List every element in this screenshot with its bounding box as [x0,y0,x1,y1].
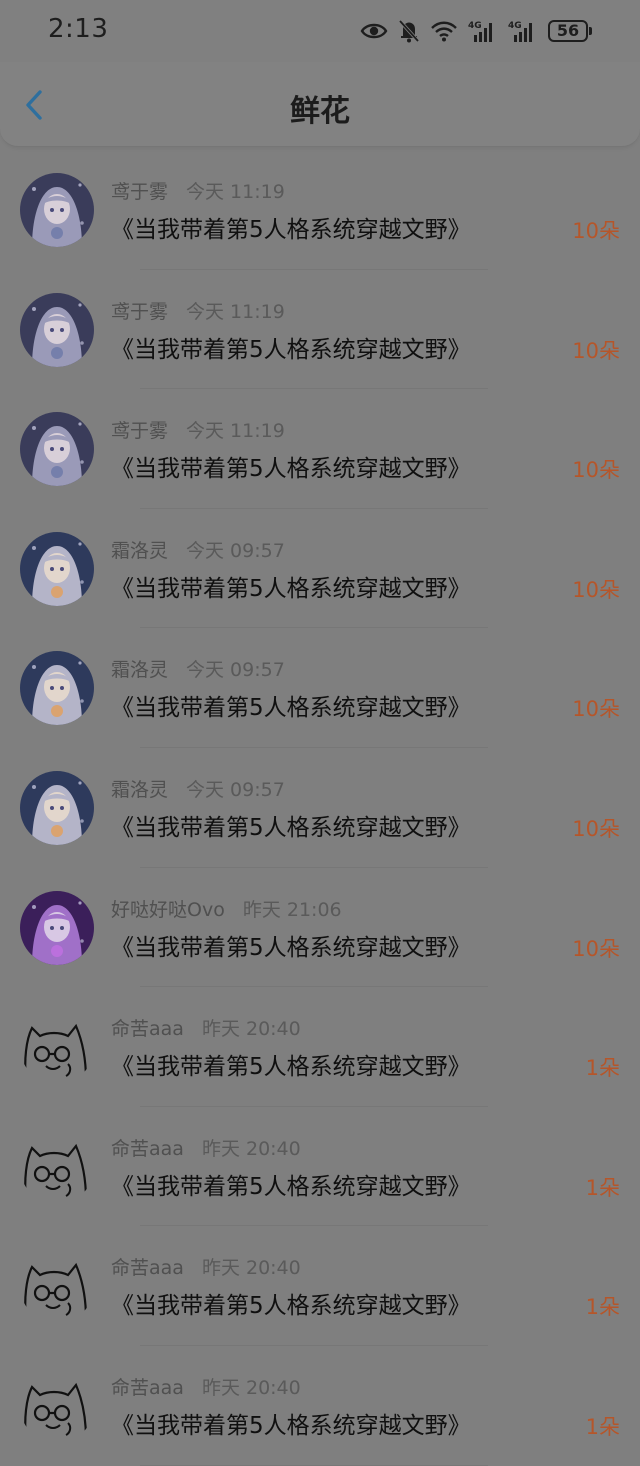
timestamp: 昨天 20:40 [201,1018,301,1041]
flower-count: 10朵 [572,219,620,243]
list-item[interactable]: 鸢于雾 今天 11:19 《当我带着第5人格系统穿越文野》 10朵 [0,389,640,509]
divider [140,1464,488,1466]
timestamp: 今天 09:57 [186,539,285,562]
username[interactable]: 命苦aaa [111,1018,184,1040]
battery-level: 56 [548,20,588,42]
item-meta: 命苦aaa 昨天 20:40 [111,1134,301,1161]
network-label-1: 4G [468,21,482,31]
flower-count: 10朵 [572,338,620,363]
page-title: 鲜花 [290,94,350,129]
flower-count: 1朵 [585,1175,620,1200]
network-label-2: 4G [508,21,522,31]
flower-count: 1朵 [585,1414,620,1439]
avatar[interactable] [20,1369,94,1443]
timestamp: 昨天 20:40 [201,1257,301,1280]
timestamp: 昨天 21:06 [242,898,342,921]
book-title[interactable]: 《当我带着第5人格系统穿越文野》 [111,1047,471,1081]
username[interactable]: 命苦aaa [111,1138,184,1160]
list-item[interactable]: 鸢于雾 今天 11:19 《当我带着第5人格系统穿越文野》 10朵 [0,270,640,390]
list-item[interactable]: 命苦aaa 昨天 20:40 《当我带着第5人格系统穿越文野》 1朵 [0,987,640,1107]
list-item[interactable]: 好哒好哒Ovo 昨天 21:06 《当我带着第5人格系统穿越文野》 10朵 [0,868,640,988]
username[interactable]: 命苦aaa [111,1377,184,1399]
book-title[interactable]: 《当我带着第5人格系统穿越文野》 [111,1286,471,1320]
item-meta: 鸢于雾 今天 11:19 [111,177,285,204]
item-meta: 命苦aaa 昨天 20:40 [111,1253,301,1280]
flower-count: 10朵 [572,936,620,961]
timestamp: 今天 11:19 [186,181,285,203]
list-item[interactable]: 霜洛灵 今天 09:57 《当我带着第5人格系统穿越文野》 10朵 [0,628,640,748]
avatar[interactable] [20,1130,94,1204]
timestamp: 今天 11:19 [186,420,285,443]
book-title[interactable]: 《当我带着第5人格系统穿越文野》 [111,210,471,244]
list-item[interactable]: 霜洛灵 今天 09:57 《当我带着第5人格系统穿越文野》 10朵 [0,748,640,868]
status-bar: 2:13 4G 4G 56 [0,0,640,62]
item-meta: 好哒好哒Ovo 昨天 21:06 [111,895,342,922]
flower-count: 10朵 [572,816,620,841]
list-item[interactable]: 霜洛灵 今天 09:57 《当我带着第5人格系统穿越文野》 10朵 [0,509,640,629]
avatar[interactable] [20,890,94,965]
list-item[interactable]: 鸢于雾 今天 11:19 《当我带着第5人格系统穿越文野》 10朵 [0,150,640,270]
status-time: 2:13 [48,14,109,44]
cellular-signal-2-icon: 4G [508,21,532,42]
item-meta: 鸢于雾 今天 11:19 [111,297,285,324]
list-item[interactable]: 命苦aaa 昨天 20:40 《当我带着第5人格系统穿越文野》 1朵 [0,1107,640,1227]
username[interactable]: 霜洛灵 [111,540,168,562]
flower-count: 1朵 [585,1295,620,1320]
item-meta: 命苦aaa 昨天 20:40 [111,1373,301,1400]
book-title[interactable]: 《当我带着第5人格系统穿越文野》 [111,1406,471,1440]
item-meta: 霜洛灵 今天 09:57 [111,536,285,563]
timestamp: 今天 11:19 [186,300,285,323]
book-title[interactable]: 《当我带着第5人格系统穿越文野》 [111,569,471,603]
status-icons: 4G 4G 56 [360,16,592,46]
book-title[interactable]: 《当我带着第5人格系统穿越文野》 [111,449,471,483]
item-meta: 鸢于雾 今天 11:19 [111,416,285,443]
flower-count: 10朵 [572,577,620,602]
timestamp: 昨天 20:40 [201,1137,301,1160]
username[interactable]: 鸢于雾 [111,420,168,442]
list-item[interactable]: 命苦aaa 昨天 20:40 《当我带着第5人格系统穿越文野》 1朵 [0,1346,640,1466]
item-meta: 霜洛灵 今天 09:57 [111,655,285,682]
username[interactable]: 鸢于雾 [111,301,168,323]
avatar[interactable] [20,1010,94,1084]
flower-count: 10朵 [572,458,620,483]
flower-count: 1朵 [585,1056,620,1081]
timestamp: 昨天 20:40 [201,1376,301,1399]
avatar[interactable] [20,651,94,726]
battery-icon: 56 [548,20,592,42]
avatar[interactable] [20,531,94,606]
avatar[interactable] [20,292,94,367]
username[interactable]: 命苦aaa [111,1257,184,1279]
avatar[interactable] [20,173,94,247]
eye-icon [360,23,388,39]
avatar[interactable] [20,412,94,487]
book-title[interactable]: 《当我带着第5人格系统穿越文野》 [111,1167,471,1201]
book-title[interactable]: 《当我带着第5人格系统穿越文野》 [111,928,471,962]
username[interactable]: 霜洛灵 [111,659,168,681]
item-meta: 霜洛灵 今天 09:57 [111,775,285,802]
username[interactable]: 霜洛灵 [111,779,168,801]
wifi-icon [431,21,457,42]
username[interactable]: 好哒好哒Ovo [111,899,225,921]
cellular-signal-1-icon: 4G [468,21,492,42]
username[interactable]: 鸢于雾 [111,181,168,203]
flower-gift-list: 鸢于雾 今天 11:19 《当我带着第5人格系统穿越文野》 10朵 鸢于雾 今天 11:1… [0,150,640,1466]
list-item[interactable]: 命苦aaa 昨天 20:40 《当我带着第5人格系统穿越文野》 1朵 [0,1226,640,1346]
flower-count: 10朵 [572,697,620,722]
book-title[interactable]: 《当我带着第5人格系统穿越文野》 [111,808,471,842]
timestamp: 今天 09:57 [186,778,285,801]
avatar[interactable] [20,1249,94,1323]
mute-bell-icon [398,19,420,43]
book-title[interactable]: 《当我带着第5人格系统穿越文野》 [111,688,471,722]
timestamp: 今天 09:57 [186,659,285,682]
avatar[interactable] [20,770,94,845]
navigation-header: 鲜花 [0,62,640,147]
book-title[interactable]: 《当我带着第5人格系统穿越文野》 [111,330,471,364]
item-meta: 命苦aaa 昨天 20:40 [111,1014,301,1041]
